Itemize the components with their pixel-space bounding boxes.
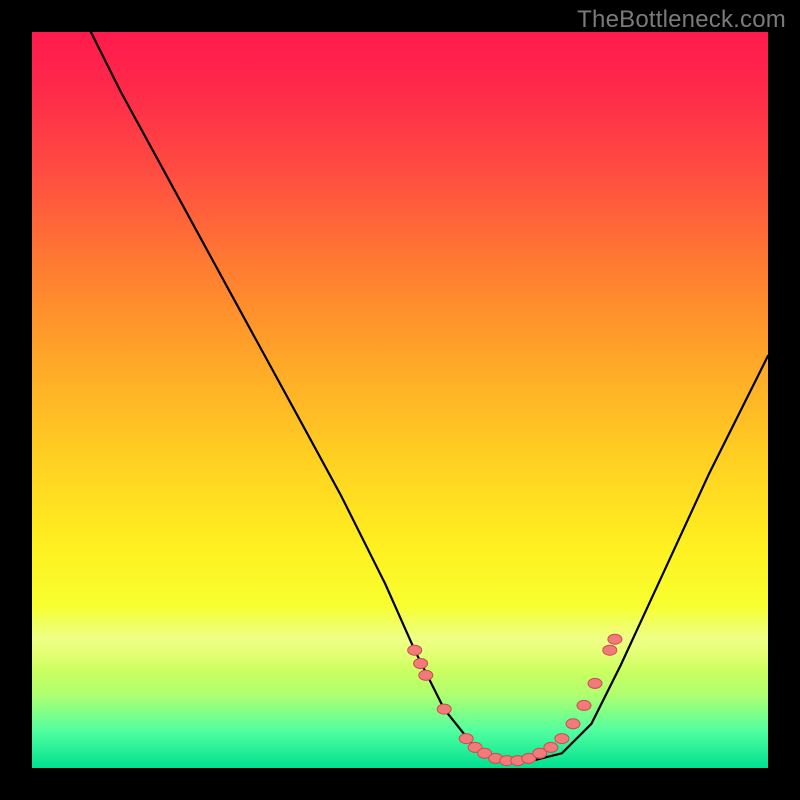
marker-dot (408, 645, 422, 655)
marker-dot (608, 634, 622, 644)
marker-dot (577, 700, 591, 710)
marker-dot (414, 659, 428, 669)
chart-frame: TheBottleneck.com (0, 0, 800, 800)
marker-dot (588, 678, 602, 688)
marker-dot (419, 670, 433, 680)
marker-dot (566, 719, 580, 729)
marker-dot (544, 742, 558, 752)
bottleneck-curve (91, 32, 768, 761)
marker-dot (459, 734, 473, 744)
marker-dot (437, 704, 451, 714)
marker-dot (603, 645, 617, 655)
chart-svg (32, 32, 768, 768)
plot-area (32, 32, 768, 768)
marker-dot (555, 734, 569, 744)
watermark-text: TheBottleneck.com (577, 6, 786, 34)
